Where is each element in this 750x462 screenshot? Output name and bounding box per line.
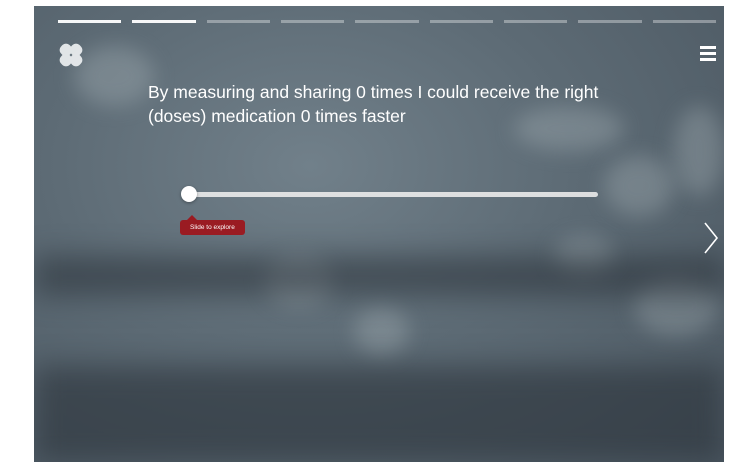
- bokeh-blob: [604, 156, 674, 216]
- hero-stage: By measuring and sharing 0 times I could…: [34, 6, 724, 462]
- menu-bar: [700, 58, 716, 61]
- slider-track[interactable]: [188, 192, 598, 197]
- hamburger-menu-icon[interactable]: [700, 46, 716, 62]
- slider-knob[interactable]: [181, 186, 197, 202]
- menu-bar: [700, 46, 716, 49]
- progress-segment: [578, 20, 642, 23]
- story-progress: [58, 20, 716, 23]
- progress-segment: [280, 20, 345, 23]
- progress-segment: [132, 20, 196, 23]
- menu-bar: [700, 52, 716, 55]
- progress-segment: [355, 20, 419, 23]
- logo-icon[interactable]: [56, 40, 86, 70]
- bokeh-blob: [354, 306, 409, 356]
- logo-mark: [59, 43, 83, 67]
- chevron-right-glyph: [704, 222, 719, 254]
- chevron-right-icon[interactable]: [702, 220, 720, 256]
- progress-segment: [503, 20, 568, 23]
- progress-segment: [429, 20, 493, 23]
- bokeh-shadow: [34, 366, 724, 462]
- bokeh-shadow: [34, 256, 724, 296]
- slider-tooltip: Slide to explore: [180, 215, 245, 235]
- progress-segment: [652, 20, 716, 23]
- progress-segment: [206, 20, 270, 23]
- bokeh-blob: [674, 106, 724, 196]
- progress-segment: [58, 20, 122, 23]
- headline-text: By measuring and sharing 0 times I could…: [148, 82, 599, 126]
- bokeh-blob: [74, 46, 154, 106]
